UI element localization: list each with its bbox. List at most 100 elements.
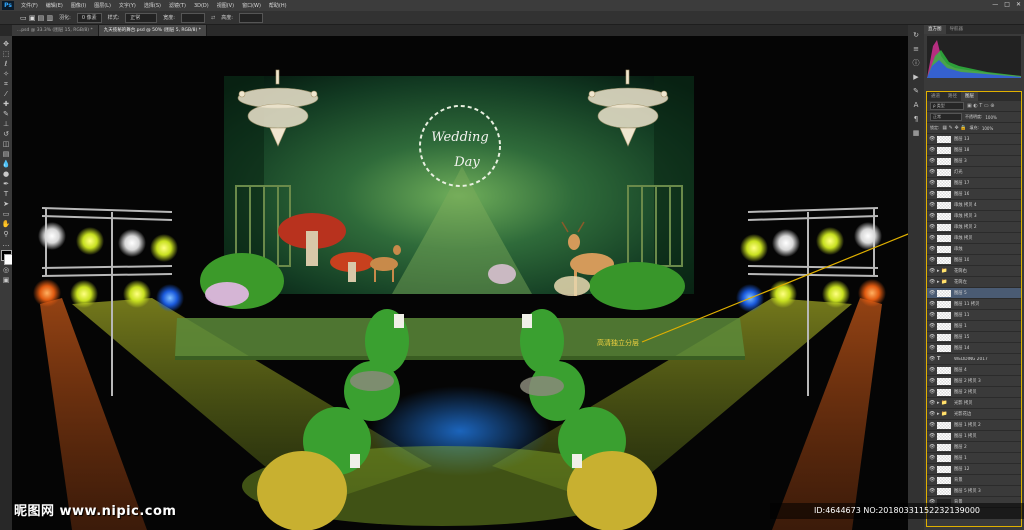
visibility-eye-icon[interactable]: 👁	[929, 257, 935, 263]
visibility-eye-icon[interactable]: 👁	[929, 378, 935, 384]
play-action-icon[interactable]: ▶	[911, 73, 921, 82]
history-brush-icon[interactable]: ↺	[2, 130, 11, 138]
layer-row[interactable]: 👁 串烛 拷贝 3	[927, 211, 1021, 222]
visibility-eye-icon[interactable]: 👁	[929, 400, 935, 406]
layer-row[interactable]: 👁 图层 5 拷贝 3	[927, 486, 1021, 497]
healing-brush-icon[interactable]: ✚	[2, 100, 11, 108]
visibility-eye-icon[interactable]: 👁	[929, 268, 935, 274]
layer-row[interactable]: 👁 图层 3	[927, 156, 1021, 167]
more-tools-icon[interactable]: …	[2, 240, 11, 248]
menu-window[interactable]: 窗口(W)	[238, 2, 265, 9]
visibility-eye-icon[interactable]: 👁	[929, 158, 935, 164]
visibility-eye-icon[interactable]: 👁	[929, 488, 935, 494]
tab-navigator[interactable]: 导航器	[946, 25, 968, 34]
history-panel-icon[interactable]: ↻	[911, 31, 921, 40]
layer-row[interactable]: 👁 ▸ 📁 花筒左	[927, 277, 1021, 288]
layer-row[interactable]: 👁 图层 11	[927, 310, 1021, 321]
visibility-eye-icon[interactable]: 👁	[929, 411, 935, 417]
layer-row[interactable]: 👁 图层 12	[927, 464, 1021, 475]
layer-row[interactable]: 👁 串烛 拷贝	[927, 233, 1021, 244]
folder-icon[interactable]: ▸ 📁	[937, 411, 951, 417]
layer-row[interactable]: 👁 图层 1	[927, 453, 1021, 464]
document-canvas[interactable]: Wedding Day 高清独立分层	[12, 36, 908, 530]
quick-mask-icon[interactable]: ◎	[2, 266, 11, 274]
visibility-eye-icon[interactable]: 👁	[929, 235, 935, 241]
tab-layers[interactable]: 图层	[961, 92, 978, 101]
folder-icon[interactable]: ▸ 📁	[937, 268, 951, 274]
layer-row[interactable]: 👁 ▸ 📁 光影花边	[927, 409, 1021, 420]
visibility-eye-icon[interactable]: 👁	[929, 180, 935, 186]
eraser-tool-icon[interactable]: ◫	[2, 140, 11, 148]
menu-image[interactable]: 图像(I)	[67, 2, 90, 9]
fill-value[interactable]: 100%	[982, 126, 993, 131]
marquee-options-icon[interactable]: ▭ ▣ ▤ ▥	[20, 14, 53, 22]
opacity-value[interactable]: 100%	[985, 115, 996, 120]
blur-tool-icon[interactable]: 💧	[2, 160, 11, 168]
info-panel-icon[interactable]: ⓘ	[911, 59, 921, 68]
layer-row[interactable]: 👁 图层 4	[927, 365, 1021, 376]
shape-tool-icon[interactable]: ▭	[2, 210, 11, 218]
layer-row[interactable]: 👁 串烛	[927, 244, 1021, 255]
marquee-tool-icon[interactable]: ⬚	[2, 50, 11, 58]
visibility-eye-icon[interactable]: 👁	[929, 389, 935, 395]
layer-row[interactable]: 👁 ▸ 📁 光影 拷贝	[927, 398, 1021, 409]
tab-document-1[interactable]: ...psd @ 33.3% (图层 15, RGB/8) *	[12, 25, 99, 36]
menu-edit[interactable]: 编辑(E)	[42, 2, 67, 9]
visibility-eye-icon[interactable]: 👁	[929, 433, 935, 439]
visibility-eye-icon[interactable]: 👁	[929, 422, 935, 428]
menu-type[interactable]: 文字(Y)	[115, 2, 140, 9]
paragraph-panel-icon[interactable]: ¶	[911, 115, 921, 124]
swatches-panel-icon[interactable]: ▦	[911, 129, 921, 138]
tab-document-2[interactable]: 九天揽秘的舞台.psd @ 50% (图层 5, RGB/8) *	[98, 25, 207, 36]
menu-3d[interactable]: 3D(D)	[190, 3, 213, 9]
visibility-eye-icon[interactable]: 👁	[929, 169, 935, 175]
visibility-eye-icon[interactable]: 👁	[929, 477, 935, 483]
layer-row[interactable]: 👁 图层 14	[927, 343, 1021, 354]
layer-row[interactable]: 👁 图层 11 拷贝	[927, 299, 1021, 310]
layer-row[interactable]: 👁 串烛 拷贝 4	[927, 200, 1021, 211]
maximize-icon[interactable]: □	[1004, 1, 1010, 8]
hand-tool-icon[interactable]: ✋	[2, 220, 11, 228]
visibility-eye-icon[interactable]: 👁	[929, 301, 935, 307]
visibility-eye-icon[interactable]: 👁	[929, 312, 935, 318]
zoom-tool-icon[interactable]: ⚲	[2, 230, 11, 238]
brush-tool-icon[interactable]: ✎	[2, 110, 11, 118]
layer-row[interactable]: 👁 图层 1	[927, 321, 1021, 332]
character-panel-icon[interactable]: A	[911, 101, 921, 110]
filter-icons[interactable]: ▣ ◐ T ▭ ⊕	[967, 103, 994, 109]
move-tool-icon[interactable]: ✥	[2, 40, 11, 48]
layer-row[interactable]: 👁 图层 1 拷贝 2	[927, 420, 1021, 431]
layer-row[interactable]: 👁 ▸ 📁 花筒右	[927, 266, 1021, 277]
layer-row[interactable]: 👁 图层 10	[927, 255, 1021, 266]
eyedropper-icon[interactable]: ⁄	[2, 90, 11, 98]
tab-histogram[interactable]: 直方图	[924, 25, 946, 34]
layer-row[interactable]: 👁 T WEDDING 2017	[927, 354, 1021, 365]
visibility-eye-icon[interactable]: 👁	[929, 213, 935, 219]
layer-row[interactable]: 👁 图层 2	[927, 442, 1021, 453]
magic-wand-icon[interactable]: ✧	[2, 70, 11, 78]
layer-row[interactable]: 👁 图层 5	[927, 288, 1021, 299]
visibility-eye-icon[interactable]: 👁	[929, 290, 935, 296]
height-input[interactable]	[238, 12, 263, 23]
visibility-eye-icon[interactable]: 👁	[929, 345, 935, 351]
visibility-eye-icon[interactable]: 👁	[929, 466, 935, 472]
lasso-tool-icon[interactable]: ℓ	[2, 60, 11, 68]
visibility-eye-icon[interactable]: 👁	[929, 444, 935, 450]
visibility-eye-icon[interactable]: 👁	[929, 279, 935, 285]
clone-stamp-icon[interactable]: ⊥	[2, 120, 11, 128]
menu-layer[interactable]: 图层(L)	[90, 2, 115, 9]
layer-row[interactable]: 👁 图层 2 拷贝	[927, 387, 1021, 398]
layer-kind-filter[interactable]: ρ 类型	[930, 102, 964, 110]
menu-filter[interactable]: 滤镜(T)	[165, 2, 190, 9]
pen-tool-icon[interactable]: ✒	[2, 180, 11, 188]
visibility-eye-icon[interactable]: 👁	[929, 323, 935, 329]
visibility-eye-icon[interactable]: 👁	[929, 202, 935, 208]
layer-row[interactable]: 👁 灯光	[927, 167, 1021, 178]
menu-view[interactable]: 视图(V)	[213, 2, 238, 9]
properties-panel-icon[interactable]: ≡	[911, 45, 921, 54]
layer-row[interactable]: 👁 图层 15	[927, 332, 1021, 343]
tab-channels[interactable]: 通道	[927, 92, 944, 101]
gradient-tool-icon[interactable]: ▤	[2, 150, 11, 158]
width-input[interactable]	[180, 12, 205, 23]
tab-paths[interactable]: 路径	[944, 92, 961, 101]
